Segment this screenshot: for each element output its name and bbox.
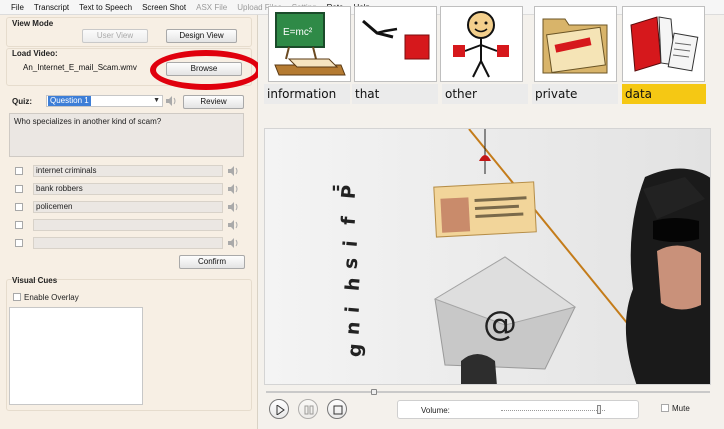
question-select-value: Question 1: [48, 96, 91, 106]
overlay-toggle[interactable]: Enable Overlay: [13, 293, 79, 302]
answer-text: policemen: [33, 201, 223, 213]
seek-thumb[interactable]: [371, 389, 377, 395]
confirm-button[interactable]: Confirm: [179, 255, 245, 269]
word-other[interactable]: other: [442, 84, 528, 104]
speaker-icon[interactable]: [227, 238, 239, 248]
svg-text:E=mc²: E=mc²: [283, 27, 313, 38]
pause-icon: [304, 405, 314, 415]
view-mode-title: View Mode: [12, 19, 54, 28]
menu-screen-shot[interactable]: Screen Shot: [137, 3, 191, 12]
word-that[interactable]: that: [352, 84, 438, 104]
load-video-title: Load Video:: [12, 49, 58, 58]
answer-checkbox[interactable]: [15, 239, 23, 247]
answer-list: internet criminals bank robbers policeme…: [9, 160, 244, 252]
confidential-folder-icon: [542, 18, 608, 74]
menu-transcript[interactable]: Transcript: [29, 3, 74, 12]
symbol-card-data[interactable]: [622, 6, 705, 82]
word-data[interactable]: data: [622, 84, 706, 104]
video-player[interactable]: " P f i s h i n g @: [264, 128, 711, 385]
menu-asx-file[interactable]: ASX File: [191, 3, 232, 12]
word-private[interactable]: private: [532, 84, 618, 104]
svg-text:@: @: [483, 304, 517, 344]
review-button[interactable]: Review: [183, 95, 244, 109]
answer-checkbox[interactable]: [15, 167, 23, 175]
word-information[interactable]: information: [264, 84, 350, 104]
mute-toggle[interactable]: Mute: [661, 404, 690, 413]
svg-text:n: n: [342, 321, 365, 336]
pause-button[interactable]: [298, 399, 318, 419]
answer-checkbox[interactable]: [15, 221, 23, 229]
chevron-down-icon: ▼: [153, 97, 160, 104]
mute-checkbox[interactable]: [661, 404, 669, 412]
annotation-ring: [150, 50, 262, 90]
video-frame: " P f i s h i n g @: [265, 129, 710, 384]
play-icon: [276, 405, 285, 415]
person-holding-items-icon: [453, 11, 509, 78]
symbol-card-other[interactable]: [440, 6, 523, 82]
svg-text:P: P: [338, 184, 361, 200]
speaker-icon[interactable]: [227, 220, 239, 230]
speaker-icon[interactable]: [227, 202, 239, 212]
symbol-card-information[interactable]: E=mc²: [268, 6, 351, 82]
overlay-checkbox[interactable]: [13, 293, 21, 301]
data-book-icon: [630, 16, 699, 72]
video-file-field[interactable]: An_Internet_E_mail_Scam.wmv: [19, 62, 158, 76]
answer-checkbox[interactable]: [15, 203, 23, 211]
seek-track: [266, 391, 710, 393]
volume-label: Volume:: [421, 406, 450, 415]
stop-button[interactable]: [327, 399, 347, 419]
quiz-label: Quiz:: [12, 97, 32, 106]
answer-text: [33, 219, 223, 231]
answer-text: [33, 237, 223, 249]
speaker-icon[interactable]: [227, 184, 239, 194]
volume-control: Volume:: [397, 400, 639, 419]
symbol-card-that[interactable]: [354, 6, 437, 82]
answer-checkbox[interactable]: [15, 185, 23, 193]
answer-text: bank robbers: [33, 183, 223, 195]
answer-row: policemen: [9, 198, 244, 216]
svg-text:s: s: [340, 257, 363, 270]
answer-row: bank robbers: [9, 180, 244, 198]
menu-file[interactable]: File: [6, 3, 29, 12]
answer-row: internet criminals: [9, 162, 244, 180]
symbol-card-private[interactable]: [534, 6, 617, 82]
mute-label: Mute: [672, 404, 690, 413]
seek-bar[interactable]: [266, 389, 710, 395]
answer-text: internet criminals: [33, 165, 223, 177]
speaker-icon[interactable]: [165, 96, 177, 106]
svg-text:h: h: [342, 277, 365, 292]
volume-thumb[interactable]: [597, 405, 601, 414]
overlay-preview: [9, 307, 143, 405]
svg-text:g: g: [344, 342, 367, 357]
visual-cues-title: Visual Cues: [12, 276, 58, 285]
menu-text-to-speech[interactable]: Text to Speech: [74, 3, 137, 12]
answer-row: [9, 234, 244, 252]
question-text: Who specializes in another kind of scam?: [9, 113, 244, 157]
answer-row: [9, 216, 244, 234]
design-view-button[interactable]: Design View: [166, 29, 237, 43]
speaker-icon[interactable]: [227, 166, 239, 176]
question-select[interactable]: Question 1 ▼: [46, 95, 163, 107]
stop-icon: [333, 405, 343, 415]
volume-track[interactable]: [501, 410, 605, 411]
play-button[interactable]: [269, 399, 289, 419]
overlay-label: Enable Overlay: [24, 293, 79, 302]
user-view-button[interactable]: User View: [82, 29, 148, 43]
formula-book-icon: E=mc²: [274, 12, 346, 76]
pointing-hand-icon: [362, 19, 430, 60]
